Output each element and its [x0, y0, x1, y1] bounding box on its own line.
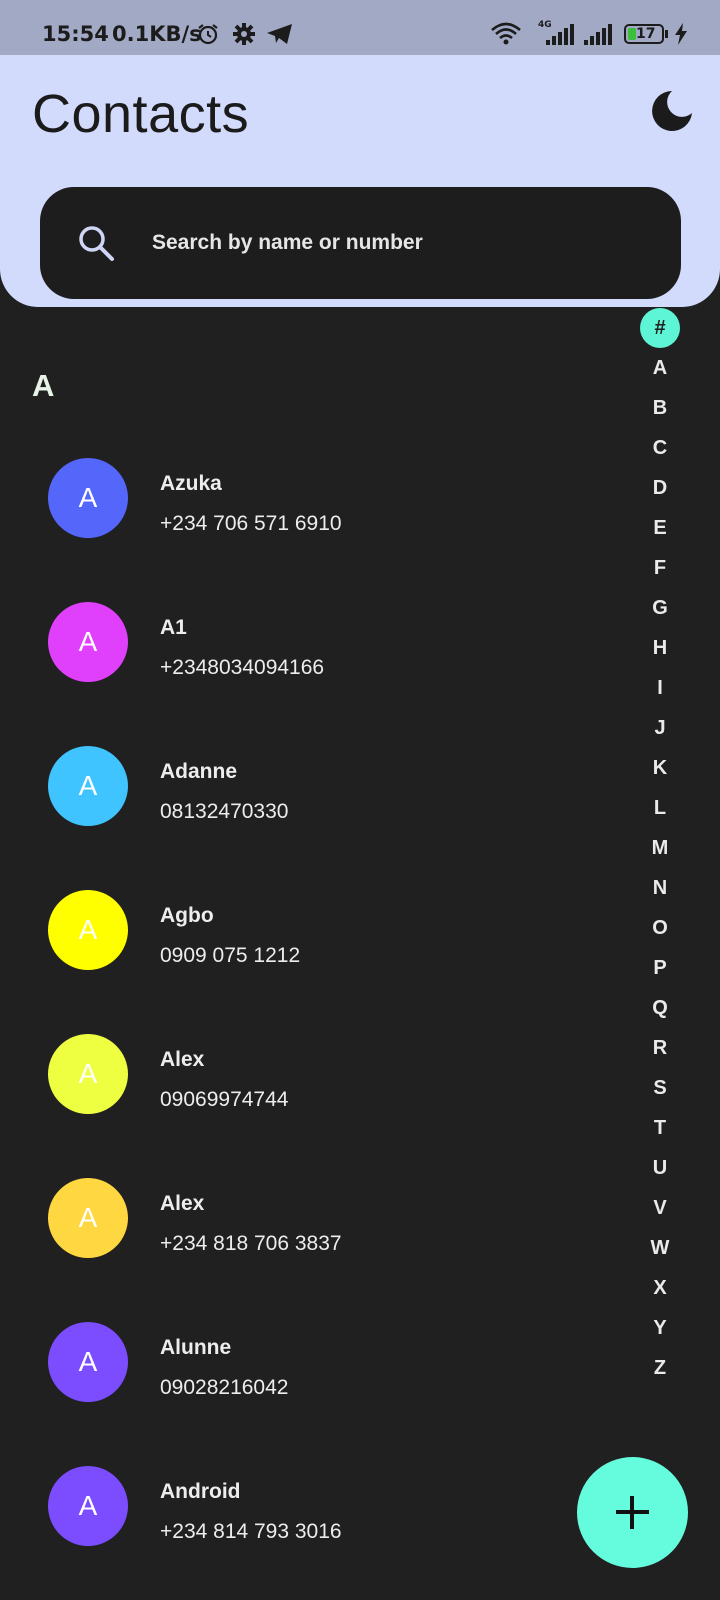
contact-phone: 09069974744	[160, 1088, 289, 1111]
contact-name: Alunne	[160, 1336, 232, 1359]
index-letter-a[interactable]: A	[640, 348, 680, 388]
contact-name: Alex	[160, 1048, 205, 1071]
contact-item[interactable]: A Agbo 0909 075 1212	[40, 890, 600, 1010]
index-letter-q[interactable]: Q	[640, 988, 680, 1028]
search-input[interactable]: Search by name or number	[152, 231, 423, 255]
status-time: 15:54	[42, 22, 109, 46]
index-letter-c[interactable]: C	[640, 428, 680, 468]
avatar: A	[48, 746, 128, 826]
index-letter-z[interactable]: Z	[640, 1348, 680, 1388]
alarm-icon	[198, 24, 218, 45]
avatar: A	[48, 458, 128, 538]
contact-item[interactable]: A A1 +2348034094166	[40, 602, 600, 722]
contact-phone: +234 706 571 6910	[160, 512, 342, 535]
avatar: A	[48, 602, 128, 682]
signal-strength-icon	[546, 24, 574, 45]
contact-phone: 09028216042	[160, 1376, 289, 1399]
moon-icon	[652, 91, 692, 131]
index-letter-i[interactable]: I	[640, 668, 680, 708]
battery-icon: 17	[624, 24, 664, 44]
index-letter-h[interactable]: H	[640, 628, 680, 668]
contact-item[interactable]: A Azuka +234 706 571 6910	[40, 458, 600, 578]
index-letter-y[interactable]: Y	[640, 1308, 680, 1348]
index-letter-n[interactable]: N	[640, 868, 680, 908]
telegram-icon	[267, 24, 292, 44]
avatar: A	[48, 1322, 128, 1402]
battery-tip	[665, 30, 668, 38]
app-header: Contacts Search by name or number	[0, 55, 720, 307]
status-net-speed: 0.1KB/s	[112, 22, 202, 46]
contact-name: Agbo	[160, 904, 214, 927]
avatar: A	[48, 1466, 128, 1546]
charging-bolt-icon	[675, 23, 687, 45]
search-icon	[79, 226, 114, 261]
contact-name: Adanne	[160, 760, 238, 783]
contact-phone: 08132470330	[160, 800, 289, 823]
avatar: A	[48, 1034, 128, 1114]
wifi-icon	[491, 22, 521, 45]
index-letter-l[interactable]: L	[640, 788, 680, 828]
index-letter-t[interactable]: T	[640, 1108, 680, 1148]
add-contact-button[interactable]	[577, 1457, 688, 1568]
avatar: A	[48, 890, 128, 970]
contact-item[interactable]: A Android +234 814 793 3016	[40, 1466, 600, 1586]
page-title: Contacts	[32, 84, 250, 144]
battery-level: 17	[636, 26, 656, 42]
index-letter-b[interactable]: B	[640, 388, 680, 428]
settings-gear-icon	[233, 23, 255, 45]
contact-name: A1	[160, 616, 187, 639]
index-letter-k[interactable]: K	[640, 748, 680, 788]
index-letter-w[interactable]: W	[640, 1228, 680, 1268]
contact-name: Android	[160, 1480, 241, 1503]
index-letter-r[interactable]: R	[640, 1028, 680, 1068]
index-letter-x[interactable]: X	[640, 1268, 680, 1308]
contact-phone: +234 814 793 3016	[160, 1520, 342, 1543]
theme-toggle-button[interactable]	[650, 89, 694, 133]
contact-phone: +234 818 706 3837	[160, 1232, 342, 1255]
index-letter-v[interactable]: V	[640, 1188, 680, 1228]
index-letter-f[interactable]: F	[640, 548, 680, 588]
contact-phone: +2348034094166	[160, 656, 325, 679]
index-letter-e[interactable]: E	[640, 508, 680, 548]
signal-strength-2-icon	[584, 24, 612, 45]
search-bar[interactable]: Search by name or number	[40, 187, 681, 299]
contact-item[interactable]: A Adanne 08132470330	[40, 746, 600, 866]
avatar: A	[48, 1178, 128, 1258]
status-bar: 15:54 0.1KB/s 4G 17	[0, 0, 720, 55]
index-letter-p[interactable]: P	[640, 948, 680, 988]
index-letter-o[interactable]: O	[640, 908, 680, 948]
index-letter-s[interactable]: S	[640, 1068, 680, 1108]
index-letter-d[interactable]: D	[640, 468, 680, 508]
contact-name: Alex	[160, 1192, 205, 1215]
index-letter-m[interactable]: M	[640, 828, 680, 868]
index-letter-j[interactable]: J	[640, 708, 680, 748]
contact-phone: 0909 075 1212	[160, 944, 301, 967]
alphabet-index: # A B C D E F G H I J K L M N O P Q R S T U V W X Y Z	[640, 308, 680, 1388]
index-letter-u[interactable]: U	[640, 1148, 680, 1188]
index-letter-hash[interactable]: #	[640, 308, 680, 348]
section-header-letter: A	[32, 368, 55, 403]
plus-icon	[616, 1496, 649, 1529]
index-letter-g[interactable]: G	[640, 588, 680, 628]
contact-item[interactable]: A Alex +234 818 706 3837	[40, 1178, 600, 1298]
contact-name: Azuka	[160, 472, 222, 495]
contact-item[interactable]: A Alex 09069974744	[40, 1034, 600, 1154]
contact-item[interactable]: A Alunne 09028216042	[40, 1322, 600, 1442]
